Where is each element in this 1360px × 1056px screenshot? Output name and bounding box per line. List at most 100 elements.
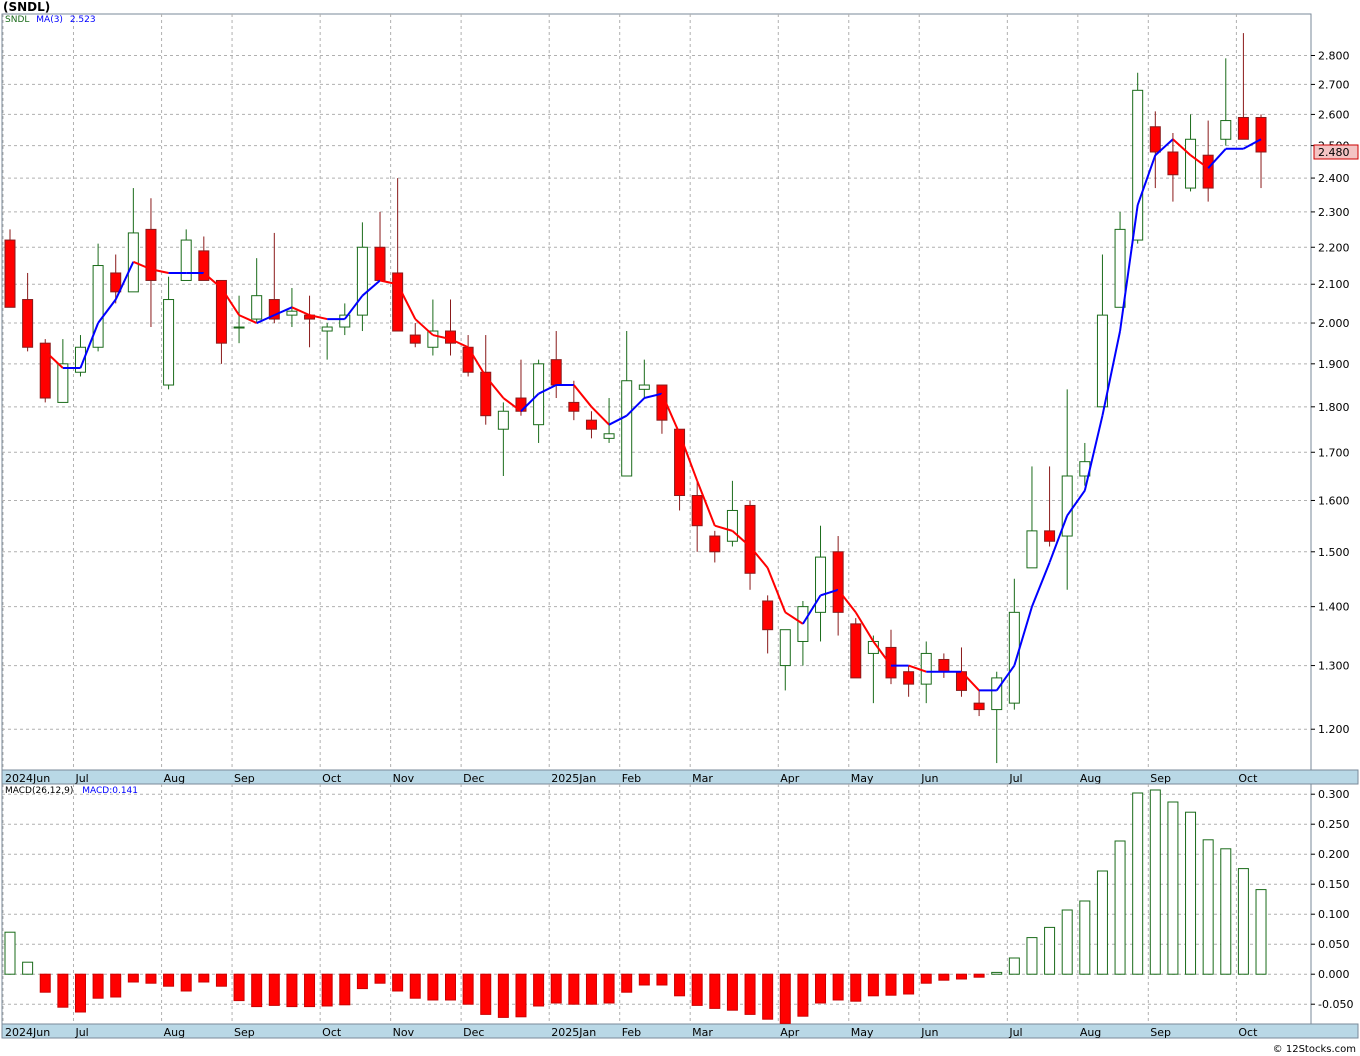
macd-bar [955, 973, 967, 980]
macd-bar [374, 973, 386, 984]
macd-bar [550, 973, 562, 1004]
macd-x-label: Mar [692, 1026, 713, 1039]
legend-macd-label: MACD(26,12,9) [5, 786, 74, 796]
candle-body [251, 295, 263, 320]
macd-bar [251, 973, 263, 1008]
macd-y-label: 0.000 [1318, 968, 1350, 981]
macd-bar [621, 973, 633, 993]
candle-body [1255, 116, 1267, 153]
macd-bar [1167, 801, 1179, 975]
macd-bar [180, 973, 192, 992]
price-y-label: 2.400 [1318, 172, 1350, 185]
macd-bar [779, 973, 791, 1024]
price-x-label: Jul [74, 772, 88, 785]
macd-bar [867, 973, 879, 997]
macd-bar [163, 973, 175, 987]
macd-bar [145, 973, 157, 984]
candle-body [1202, 154, 1214, 189]
macd-y-label: 0.200 [1318, 848, 1350, 861]
macd-y-label: 0.300 [1318, 788, 1350, 801]
candle-body [585, 419, 597, 430]
candle-body [1008, 611, 1020, 704]
candle-body [57, 363, 69, 403]
candle-body [1167, 151, 1179, 176]
candle-body [356, 246, 368, 316]
macd-x-label: May [851, 1026, 874, 1039]
price-y-label: 1.700 [1318, 446, 1350, 459]
macd-bar [1255, 889, 1267, 975]
price-x-label: Dec [463, 772, 484, 785]
macd-y-label: 0.100 [1318, 908, 1350, 921]
macd-bar [409, 973, 421, 999]
candle-body [885, 646, 897, 679]
macd-y-label: 0.050 [1318, 938, 1350, 951]
macd-x-label: Nov [393, 1026, 415, 1039]
macd-x-label: Sep [1150, 1026, 1171, 1039]
macd-y-label: 0.250 [1318, 818, 1350, 831]
price-x-label: May [851, 772, 874, 785]
macd-bar [321, 973, 333, 1007]
macd-x-label: Apr [780, 1026, 800, 1039]
macd-bar [850, 973, 862, 1002]
candle-body [427, 330, 439, 348]
macd-bar [533, 973, 545, 1007]
candle-body [480, 371, 492, 417]
macd-bar [815, 973, 827, 1004]
candle-body [603, 433, 615, 439]
candle-body [691, 495, 703, 527]
macd-x-label: Dec [463, 1026, 484, 1039]
price-y-label: 1.800 [1318, 401, 1350, 414]
macd-bar [392, 973, 404, 992]
macd-bar [674, 973, 686, 997]
macd-bar [991, 971, 1003, 975]
macd-bar [1220, 848, 1232, 975]
price-y-label: 1.200 [1318, 723, 1350, 736]
macd-bar [127, 973, 139, 983]
candle-body [180, 239, 192, 281]
candle-body [815, 556, 827, 613]
macd-bar [885, 973, 897, 996]
candle-body [110, 272, 122, 293]
price-x-label: Oct [322, 772, 342, 785]
price-y-label: 2.100 [1318, 278, 1350, 291]
price-panel: 2024Jun Jul Aug Sep Oct Nov Dec 2025Jan Feb Mar Ap… [1, 13, 1359, 785]
price-x-label: Sep [1150, 772, 1171, 785]
macd-bar [1044, 926, 1056, 975]
legend-macd-value: MACD:0.141 [82, 786, 139, 796]
price-x-label: Aug [1080, 772, 1101, 785]
macd-bar [1114, 840, 1126, 975]
macd-bar [22, 961, 34, 975]
macd-bar [462, 973, 474, 1005]
candle-body [233, 326, 245, 329]
macd-bar [762, 973, 774, 1020]
candle-body [321, 326, 333, 332]
macd-x-label: 2025Jan [551, 1026, 596, 1039]
site-credit: © 12Stocks.com [1272, 1044, 1356, 1055]
price-legend: SNDL MA(3) 2.523 [5, 15, 96, 25]
price-x-label: Nov [393, 772, 415, 785]
macd-bar [198, 973, 210, 983]
price-x-label: Mar [692, 772, 713, 785]
candle-body [1237, 116, 1249, 140]
macd-x-label: Jun [920, 1026, 938, 1039]
macd-bar [233, 973, 245, 1002]
macd-bar [57, 973, 69, 1008]
macd-bar [1061, 909, 1073, 975]
macd-bar [568, 973, 580, 1005]
candle-body [462, 346, 474, 373]
macd-bar [585, 973, 597, 1005]
candle-body [286, 310, 298, 316]
candle-body [163, 299, 175, 386]
candle-body [145, 228, 157, 281]
price-x-label: Sep [234, 772, 255, 785]
candle-body [4, 239, 16, 308]
candle-body [779, 629, 791, 667]
candle-body [991, 677, 1003, 711]
price-x-label: 2025Jan [551, 772, 596, 785]
macd-panel: 2024Jun Jul Aug Sep Oct Nov Dec 2025Jan Feb Mar Ap… [1, 783, 1359, 1039]
price-x-label: Apr [780, 772, 800, 785]
macd-bar [709, 973, 721, 1009]
macd-bar [903, 973, 915, 995]
candle-body [832, 551, 844, 613]
macd-bar [1008, 957, 1020, 975]
